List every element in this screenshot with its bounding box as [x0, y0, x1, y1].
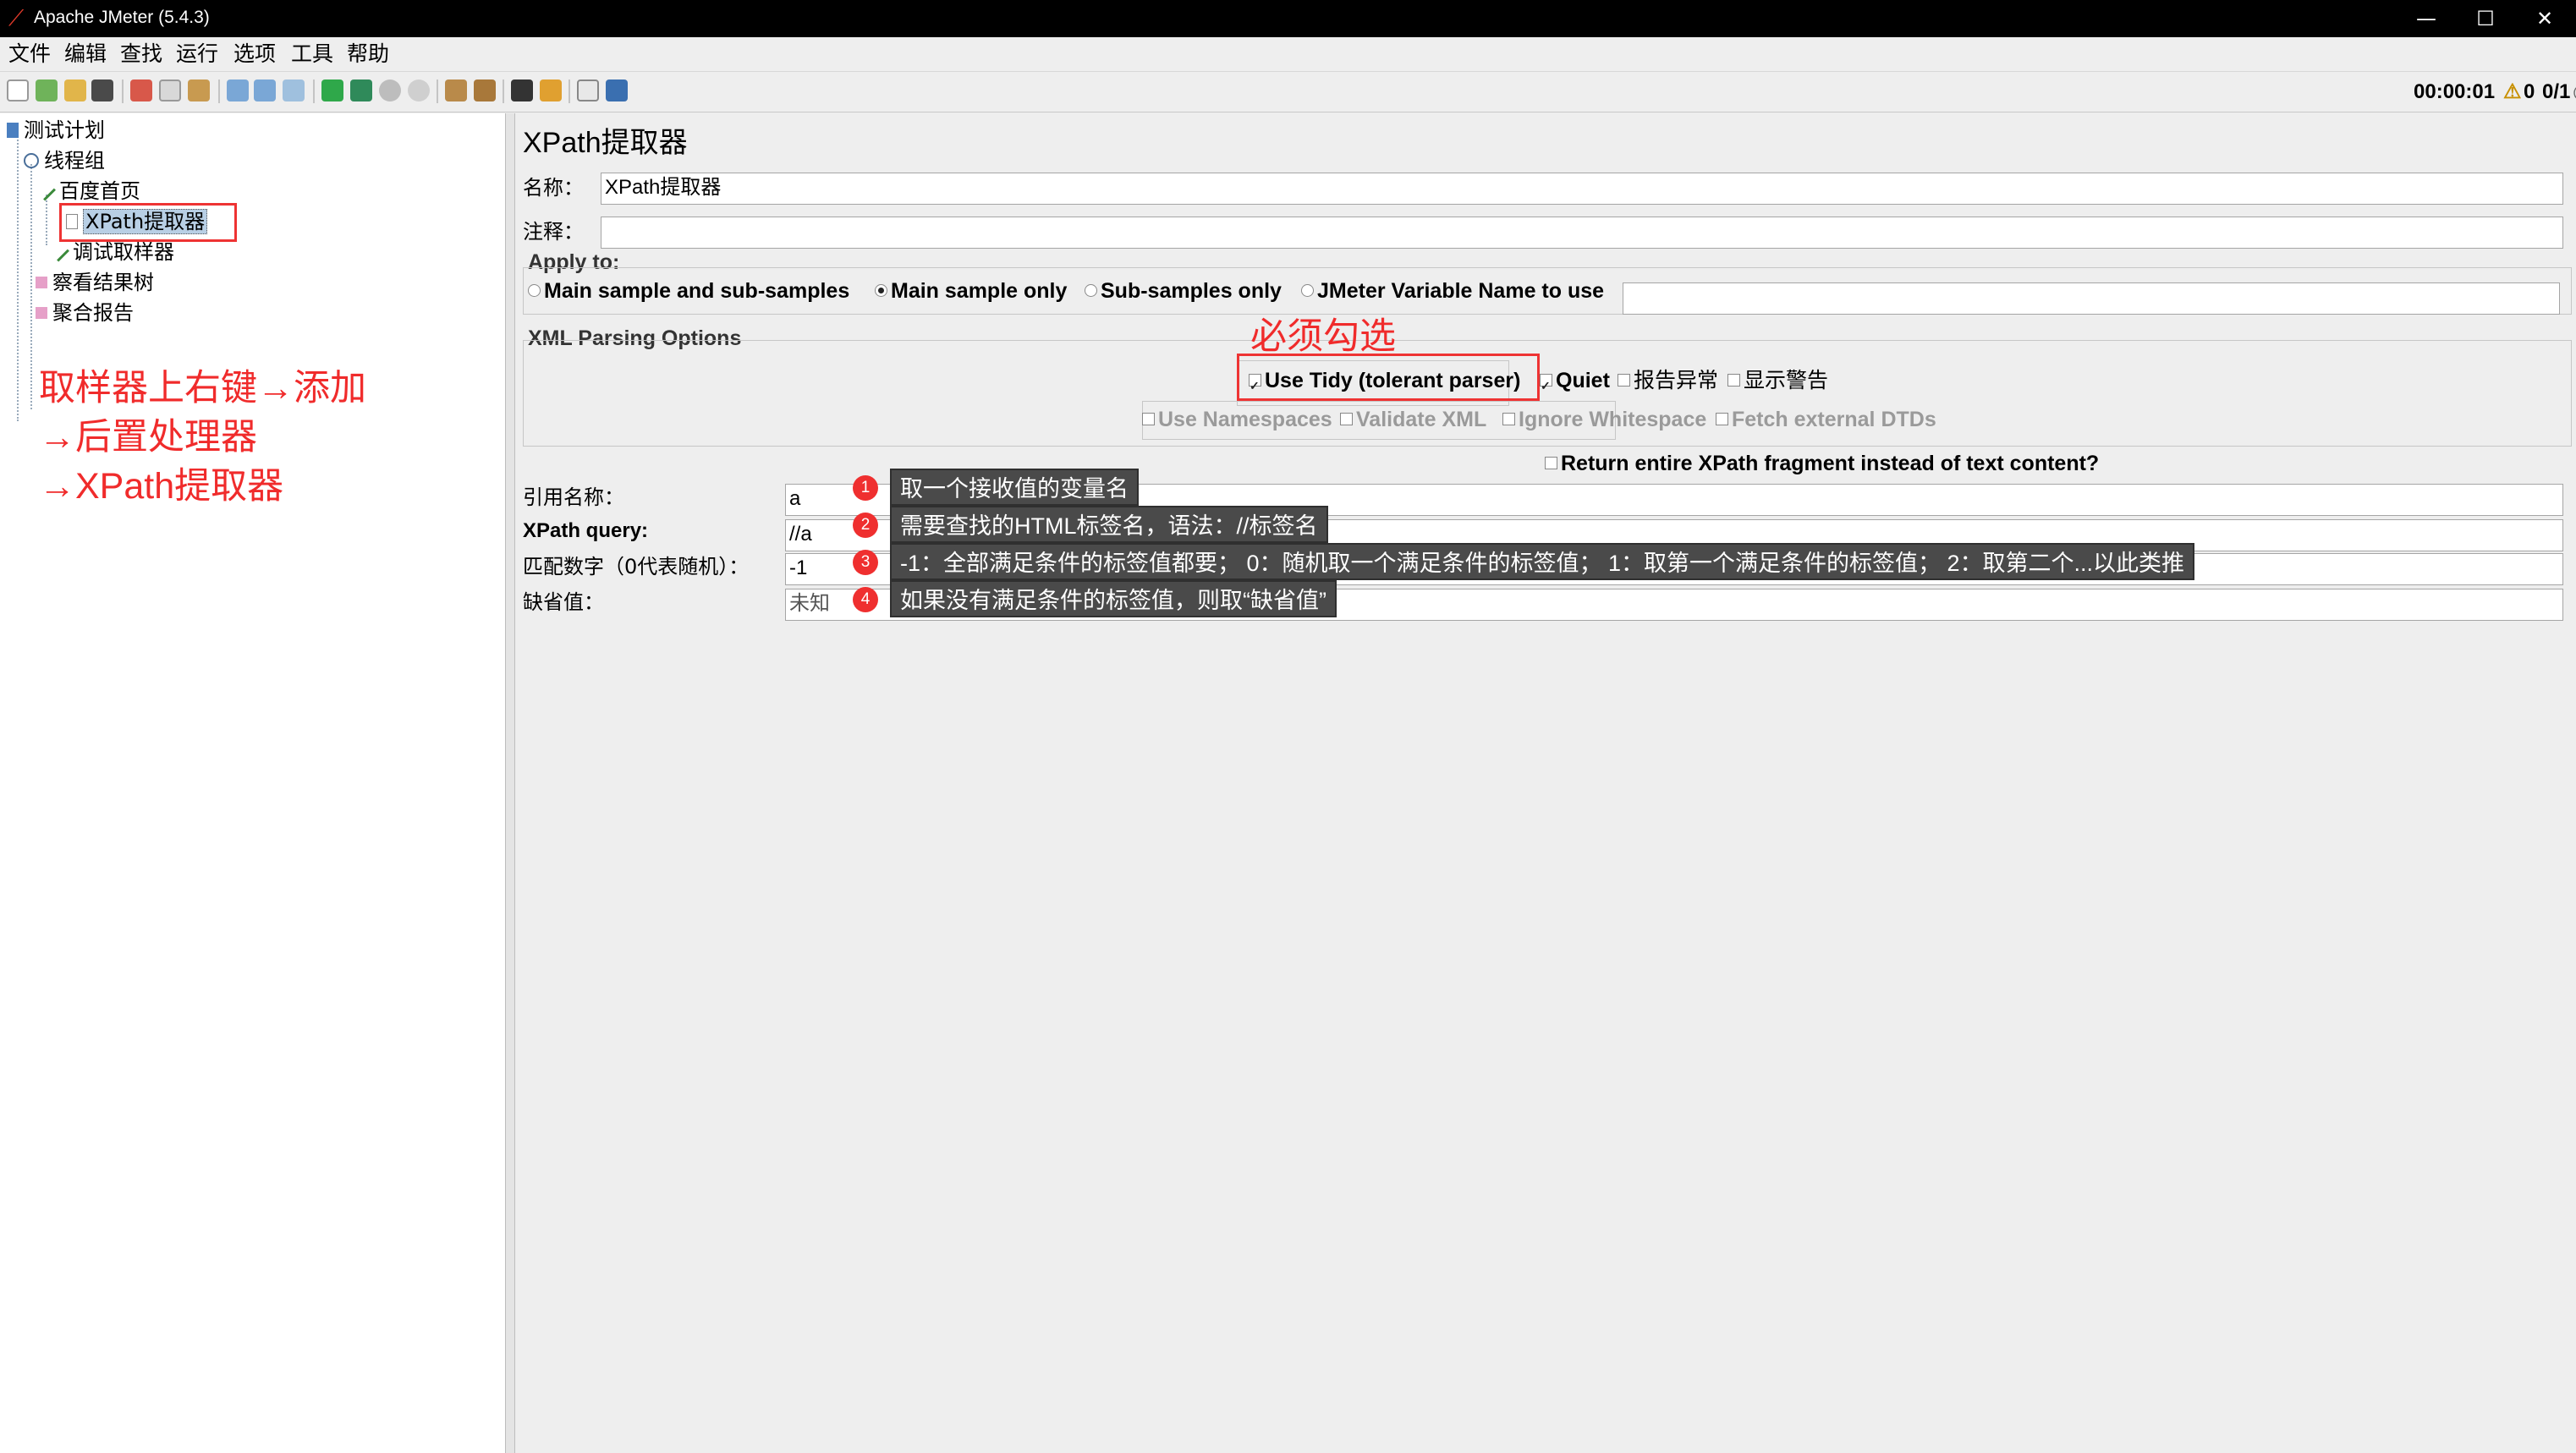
annotation-add-step-2: →后置处理器: [39, 417, 257, 458]
match-number-label: 匹配数字（0代表随机）：: [523, 555, 750, 578]
menu-search[interactable]: 查找: [120, 41, 162, 68]
templates-icon[interactable]: [36, 80, 58, 101]
radio-main-and-sub[interactable]: Main sample and sub-samples: [528, 276, 849, 306]
window-title-bar: ⟋ Apache JMeter (5.4.3) — ☐ ✕: [0, 0, 2576, 37]
menu-tools[interactable]: 工具: [291, 41, 333, 68]
elapsed-time: 00:00:01: [2414, 80, 2496, 103]
minimize-button[interactable]: —: [2401, 3, 2452, 34]
reset-search-icon[interactable]: [540, 80, 562, 101]
listener-icon: [36, 277, 47, 288]
warning-count: 0: [2524, 80, 2535, 103]
window-title: Apache JMeter (5.4.3): [34, 8, 210, 27]
comment-label: 注释：: [523, 220, 584, 244]
tree-item-test-plan[interactable]: 测试计划: [7, 115, 105, 144]
tree-item-view-results-tree[interactable]: 察看结果树: [36, 267, 154, 296]
help-book-icon[interactable]: [606, 80, 628, 101]
menu-file[interactable]: 文件: [8, 41, 51, 68]
checkbox-show-warnings[interactable]: 显示警告: [1727, 365, 1828, 396]
checkbox-ignore-whitespace[interactable]: Ignore Whitespace: [1502, 404, 1706, 435]
maximize-button[interactable]: ☐: [2460, 3, 2511, 34]
search-binoculars-icon[interactable]: [511, 80, 533, 101]
collapse-all-icon[interactable]: [254, 80, 276, 101]
close-button[interactable]: ✕: [2519, 3, 2570, 34]
listener-icon: [36, 307, 47, 319]
name-label: 名称：: [523, 176, 584, 200]
radio-jmeter-variable[interactable]: JMeter Variable Name to use: [1301, 276, 1604, 306]
annotation-tip-xpath-query: 需要查找的HTML标签名，语法：//标签名: [890, 506, 1328, 543]
name-input[interactable]: XPath提取器: [601, 173, 2563, 205]
annotation-badge-2: 2: [853, 513, 878, 538]
radio-sub-only[interactable]: Sub-samples only: [1085, 276, 1282, 306]
open-icon[interactable]: [64, 80, 86, 101]
reference-name-label: 引用名称：: [523, 485, 624, 509]
new-icon[interactable]: [7, 80, 29, 101]
start-icon[interactable]: [321, 80, 343, 101]
annotation-highlight-xpath-node: [59, 203, 237, 242]
toggle-icon[interactable]: [283, 80, 305, 101]
jmeter-variable-input[interactable]: [1623, 282, 2560, 315]
checkbox-fetch-dtds[interactable]: Fetch external DTDs: [1716, 404, 1936, 435]
panel-splitter[interactable]: [506, 113, 515, 1453]
sampler-icon: [51, 243, 69, 261]
menu-options[interactable]: 选项: [233, 41, 276, 68]
menu-help[interactable]: 帮助: [347, 41, 389, 68]
tree-item-thread-group[interactable]: 线程组: [24, 145, 105, 174]
annotation-tip-match-number: -1：全部满足条件的标签值都要； 0：随机取一个满足条件的标签值； 1：取第一个…: [890, 543, 2195, 580]
stop-icon[interactable]: [379, 80, 401, 101]
jmeter-feather-icon: ⟋: [8, 6, 25, 31]
expand-all-icon[interactable]: [227, 80, 249, 101]
annotation-add-step-3: →XPath提取器: [39, 466, 284, 507]
shutdown-icon[interactable]: [408, 80, 430, 101]
tree-item-aggregate-report[interactable]: 聚合报告: [36, 298, 134, 326]
annotation-add-step-1: 取样器上右键→添加: [39, 368, 366, 408]
checkbox-use-namespaces[interactable]: Use Namespaces: [1142, 404, 1332, 435]
checkbox-quiet[interactable]: Quiet: [1540, 365, 1610, 401]
copy-icon[interactable]: [159, 80, 181, 101]
function-helper-icon[interactable]: [577, 80, 599, 101]
comment-input[interactable]: [601, 217, 2563, 249]
annotation-tip-default-value: 如果没有满足条件的标签值，则取“缺省值”: [890, 580, 1337, 617]
cut-icon[interactable]: [130, 80, 152, 101]
thread-count: 0/1: [2542, 80, 2571, 103]
panel-title: XPath提取器: [523, 127, 688, 159]
toolbar: [0, 73, 2576, 112]
test-plan-icon: [7, 123, 19, 138]
clear-all-icon[interactable]: [474, 80, 496, 101]
menu-run[interactable]: 运行: [176, 41, 218, 68]
checkbox-validate-xml[interactable]: Validate XML: [1340, 404, 1486, 435]
annotation-must-check: 必须勾选: [1250, 316, 1396, 357]
menu-edit[interactable]: 编辑: [64, 41, 107, 68]
sampler-icon: [37, 182, 56, 200]
xpath-extractor-panel: XPath提取器 名称： XPath提取器 注释： Apply to: Main…: [516, 113, 2576, 1453]
thread-group-icon: [24, 153, 39, 168]
paste-icon[interactable]: [188, 80, 210, 101]
menu-bar: 文件 编辑 查找 运行 选项 工具 帮助: [0, 37, 2576, 72]
save-icon[interactable]: [91, 80, 113, 101]
start-no-pause-icon[interactable]: [350, 80, 372, 101]
annotation-tip-reference-name: 取一个接收值的变量名: [890, 469, 1139, 506]
run-status: 00:00:01 ⚠ 0 0/1 ◎: [2407, 78, 2576, 107]
warning-icon[interactable]: ⚠: [2503, 78, 2522, 107]
running-indicator-icon: ◎: [2573, 78, 2576, 107]
annotation-badge-4: 4: [853, 587, 878, 612]
xpath-query-label: XPath query:: [523, 519, 649, 542]
radio-main-only[interactable]: Main sample only: [875, 276, 1067, 306]
test-plan-tree: 测试计划 线程组 百度首页 XPath提取器 调试取样器 察看结果树 聚合报告 …: [0, 113, 506, 1453]
tree-item-sampler-baidu[interactable]: 百度首页: [37, 176, 140, 205]
default-value-label: 缺省值：: [523, 590, 604, 614]
annotation-highlight-use-tidy: [1237, 354, 1540, 401]
annotation-badge-3: 3: [853, 550, 878, 575]
annotation-badge-1: 1: [853, 475, 878, 501]
checkbox-return-fragment[interactable]: Return entire XPath fragment instead of …: [1545, 448, 2099, 479]
clear-icon[interactable]: [445, 80, 467, 101]
checkbox-report-errors[interactable]: 报告异常: [1618, 365, 1718, 396]
